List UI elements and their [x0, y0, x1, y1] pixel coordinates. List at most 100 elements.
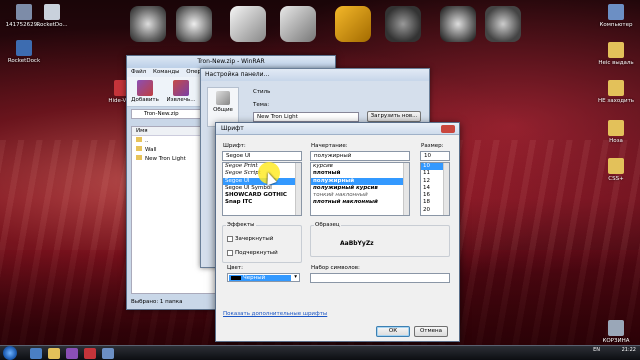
desktop-icon-label: Ноза [609, 138, 623, 144]
font-size-list[interactable]: 10 11 12 14 16 18 20 [420, 162, 450, 216]
general-tab[interactable]: Общие [207, 87, 239, 127]
folder-icon [136, 146, 142, 151]
folder-icon [136, 155, 142, 160]
taskbar-app-icon[interactable] [102, 348, 114, 359]
folder-icon [608, 80, 624, 96]
desktop-icon-label: КОРЗИНА [602, 338, 630, 344]
underline-label: Подчеркнутый [235, 250, 278, 256]
font-size-input[interactable]: 10 [420, 151, 450, 161]
dialog-title: Настройка панели... [201, 69, 429, 81]
theme-label: Тема: [253, 102, 270, 108]
close-icon[interactable] [441, 125, 455, 133]
size-label: Размер: [421, 143, 444, 149]
list-item[interactable]: тонкий наклонный [311, 192, 409, 199]
folder-icon [136, 137, 142, 142]
folder-icon [608, 42, 624, 58]
recycle-bin-icon [608, 320, 624, 336]
clock[interactable]: 21:22 [622, 347, 636, 353]
desktop-icon-label: Компьютер [599, 22, 633, 28]
load-new-button[interactable]: Загрузить нов... [367, 111, 421, 122]
strikeout-label: Зачеркнутый [235, 236, 274, 242]
window-title: Tron-New.zip - WinRAR [127, 56, 335, 68]
style-label: Стиль [253, 89, 271, 95]
list-item[interactable]: Snap ITC [223, 199, 301, 206]
tools-icon [216, 91, 230, 105]
list-item-selected[interactable]: полужирный [311, 177, 409, 185]
dock-item-recycle-icon[interactable] [280, 6, 316, 42]
start-button-icon[interactable] [3, 346, 17, 360]
archive-icon [44, 4, 60, 20]
font-name-input[interactable]: Segoe UI [222, 151, 302, 161]
desktop-icon-recycle-bin[interactable]: КОРЗИНА [592, 320, 640, 345]
effects-label: Эффекты [226, 222, 256, 228]
general-tab-label: Общие [213, 107, 233, 113]
scrollbar[interactable] [403, 163, 409, 215]
color-select[interactable]: Черный ▾ [227, 273, 300, 282]
list-item[interactable]: полужирный курсив [311, 185, 409, 192]
color-swatch: Черный [229, 275, 291, 281]
dock-item-7-icon[interactable] [440, 6, 476, 42]
desktop-icon-label: Неіс выдаль [598, 60, 634, 66]
underline-checkbox[interactable] [227, 250, 233, 256]
desktop-icon-label: НЕ заходить [597, 98, 635, 104]
desktop-icon-computer[interactable]: Компьютер [592, 4, 640, 29]
rocket-icon [16, 40, 32, 56]
ok-button[interactable]: ОК [376, 326, 410, 337]
desktop-icon-folder-2[interactable]: НЕ заходить [592, 80, 640, 105]
dialog-title: Шрифт [216, 123, 459, 135]
dock-item-2-icon[interactable] [176, 6, 212, 42]
dock-item-1-icon[interactable] [130, 6, 166, 42]
desktop-icon-label: CSS+ [608, 176, 624, 182]
list-item[interactable]: SHOWCARD GOTHIC [223, 192, 301, 199]
desktop-icon-folder-1[interactable]: Неіс выдаль [592, 42, 640, 67]
menu-item-file[interactable]: Файл [131, 69, 146, 75]
dock-item-monitor-icon[interactable] [230, 6, 266, 42]
desktop-icon-rocketdock-zip[interactable]: RocketDo... [28, 4, 76, 29]
computer-icon [608, 4, 624, 20]
system-tray: EN 21:22 [593, 347, 636, 353]
dock-item-6-icon[interactable] [385, 6, 421, 42]
folder-icon [608, 120, 624, 136]
color-label: Цвет: [227, 265, 243, 271]
extract-button[interactable]: Извлечь... [165, 79, 197, 104]
list-item[interactable]: плотный [311, 170, 409, 177]
status-bar: Выбрано: 1 папка [131, 299, 183, 305]
list-item[interactable]: плотный наклонный [311, 199, 409, 206]
font-style-input[interactable]: полужирный [310, 151, 410, 161]
font-label: Шрифт: [223, 143, 246, 149]
menu-item-commands[interactable]: Команды [153, 69, 180, 75]
desktop-icon-folder-4[interactable]: CSS+ [592, 158, 640, 183]
desktop-icon-rocketdock[interactable]: RocketDock [0, 40, 48, 65]
explorer-icon[interactable] [48, 348, 60, 359]
language-indicator[interactable]: EN [593, 347, 600, 353]
sample-group [310, 225, 450, 257]
extract-icon [173, 80, 189, 96]
theme-select[interactable]: New Tron Light [253, 112, 359, 122]
taskbar-app-icon[interactable] [84, 348, 96, 359]
font-style-list[interactable]: курсив плотный полужирный полужирный кур… [310, 162, 410, 216]
taskbar: EN 21:22 [0, 345, 640, 360]
add-button[interactable]: Добавить [129, 79, 161, 104]
winrar-taskbar-icon[interactable] [66, 348, 78, 359]
scrollbar[interactable] [295, 163, 301, 215]
desktop-icon-folder-3[interactable]: Ноза [592, 120, 640, 145]
list-item[interactable]: курсив [311, 163, 409, 170]
more-fonts-link[interactable]: Показать дополнительные шрифты [223, 311, 327, 317]
charset-select[interactable] [310, 273, 450, 283]
charset-label: Набор символов: [311, 265, 360, 271]
ie-icon[interactable] [30, 348, 42, 359]
dock-item-tools-icon[interactable] [335, 6, 371, 42]
sample-label: Образец [314, 222, 341, 228]
chevron-down-icon: ▾ [294, 274, 297, 280]
dock-item-8-icon[interactable] [485, 6, 521, 42]
strikeout-checkbox[interactable] [227, 236, 233, 242]
list-item[interactable]: Segoe UI Symbol [223, 185, 301, 192]
scrollbar[interactable] [443, 163, 449, 215]
rocket-dock [130, 2, 521, 46]
effects-group [222, 225, 302, 263]
add-archive-icon [137, 80, 153, 96]
cancel-button[interactable]: Отмена [414, 326, 448, 337]
add-button-label: Добавить [131, 97, 159, 103]
extract-button-label: Извлечь... [166, 97, 196, 103]
desktop-icon-label: RocketDock [7, 58, 41, 64]
